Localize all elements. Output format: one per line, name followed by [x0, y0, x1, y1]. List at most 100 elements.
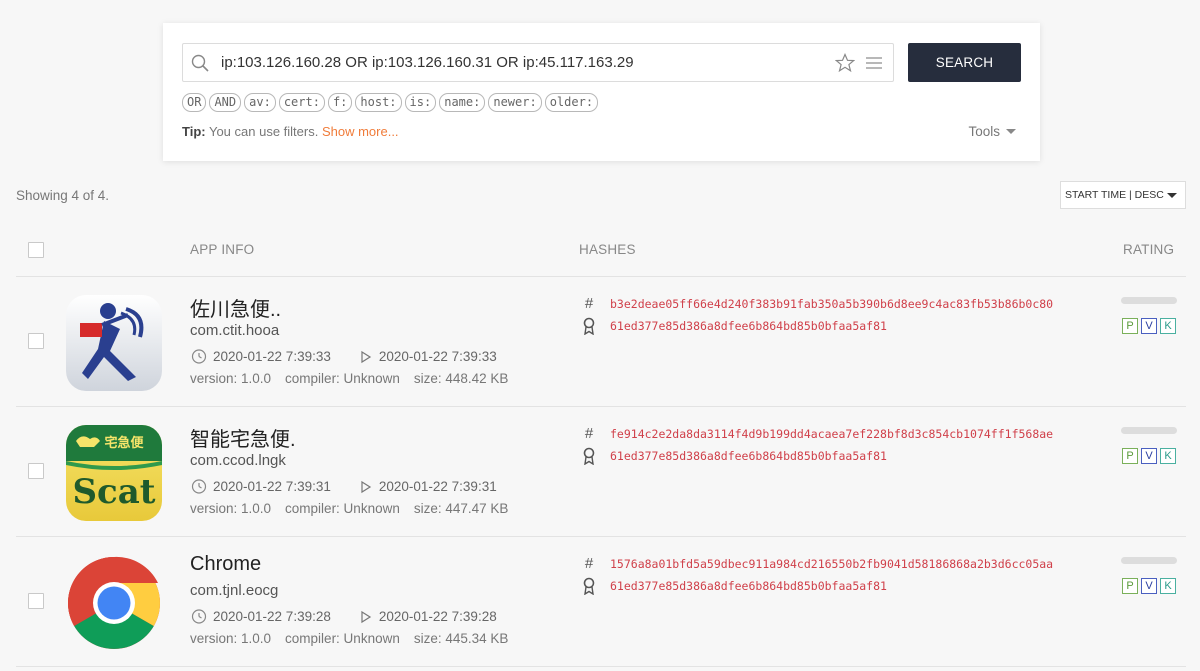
start-time: 2020-01-22 7:39:31 [378, 479, 497, 494]
show-more-link[interactable]: Show more... [322, 124, 399, 139]
rating-badges: P V K [1122, 318, 1176, 334]
hash-value[interactable]: b3e2deae05ff66e4d240f383b91fab350a5b390b… [610, 297, 1053, 311]
scat-icon[interactable]: 宅急便 Scat [66, 425, 162, 521]
app-meta: version: 1.0.0 compiler: Unknown size: 447… [190, 501, 522, 516]
cert-value[interactable]: 61ed377e85d386a8dfee6b864bd85b0bfaa5af81 [610, 319, 887, 333]
row-checkbox[interactable] [28, 463, 44, 479]
cert-hash[interactable]: 61ed377e85d386a8dfee6b864bd85b0bfaa5af81 [582, 317, 887, 335]
certificate-icon [583, 317, 595, 335]
size: size: 448.42 KB [413, 371, 509, 386]
star-icon[interactable] [835, 53, 855, 73]
history-icon [191, 479, 207, 494]
search-box[interactable] [182, 43, 894, 82]
tools-dropdown[interactable]: Tools [968, 124, 1016, 139]
compiler: compiler: Unknown [285, 371, 400, 386]
package-name: com.ctit.hooa [190, 322, 280, 339]
tip-message: You can use filters. [205, 124, 322, 139]
sagawa-icon[interactable] [66, 295, 162, 391]
sha256-hash[interactable]: #1576a8a01bfd5a59dbec911a984cd216550b2fb… [582, 555, 1053, 572]
app-name[interactable]: 佐川急便.. [190, 293, 281, 322]
start-time: 2020-01-22 7:39:33 [378, 349, 497, 364]
created-time: 2020-01-22 7:39:28 [213, 609, 331, 624]
sort-label: START TIME | DESC [1065, 189, 1164, 201]
hash-value[interactable]: 1576a8a01bfd5a59dbec911a984cd216550b2fb9… [610, 557, 1053, 571]
table-row[interactable]: 佐川急便.. com.ctit.hooa 2020-01-22 7:39:33 … [16, 277, 1186, 407]
badge-p[interactable]: P [1122, 578, 1138, 594]
hash-icon: # [584, 295, 594, 312]
badge-p[interactable]: P [1122, 318, 1138, 334]
filter-chip-is[interactable]: is: [404, 93, 437, 112]
scat-text: Scat [73, 472, 156, 512]
header-hashes: HASHES [579, 242, 636, 257]
row-checkbox[interactable] [28, 593, 44, 609]
timestamps: 2020-01-22 7:39:33 2020-01-22 7:39:33 [190, 348, 497, 365]
filter-chip-name[interactable]: name: [439, 93, 486, 112]
play-icon [361, 350, 371, 363]
sha256-hash[interactable]: # b3e2deae05ff66e4d240f383b91fab350a5b390… [582, 295, 1053, 312]
badge-v[interactable]: V [1141, 318, 1157, 334]
badge-k[interactable]: K [1160, 448, 1176, 464]
hash-icon: # [584, 425, 594, 442]
filter-chip-av[interactable]: av: [244, 93, 276, 112]
table-header: APP INFO HASHES RATING [16, 232, 1186, 277]
compiler: compiler: Unknown [285, 501, 400, 516]
table-row[interactable]: 宅急便 Scat 智能宅急便. com.ccod.lngk 2020-01-22… [16, 407, 1186, 537]
play-icon [361, 610, 371, 623]
rating-bar [1121, 427, 1177, 434]
menu-icon[interactable] [865, 55, 883, 71]
badge-v[interactable]: V [1141, 448, 1157, 464]
timestamps: 2020-01-22 7:39:31 2020-01-22 7:39:31 [190, 478, 497, 495]
filter-chip-cert[interactable]: cert: [278, 93, 325, 112]
version: version: 1.0.0 [190, 371, 272, 386]
created-time: 2020-01-22 7:39:33 [213, 349, 331, 364]
timestamps: 2020-01-22 7:39:28 2020-01-22 7:39:28 [190, 608, 497, 625]
rating-badges: P V K [1122, 578, 1176, 594]
version: version: 1.0.0 [190, 501, 272, 516]
app-name[interactable]: Chrome [190, 553, 261, 576]
cert-hash[interactable]: 61ed377e85d386a8dfee6b864bd85b0bfaa5af81 [582, 447, 887, 465]
history-icon [191, 349, 207, 364]
hash-value[interactable]: fe914c2e2da8da3114f4d9b199dd4acaea7ef228… [610, 427, 1053, 441]
badge-v[interactable]: V [1141, 578, 1157, 594]
certificate-icon [583, 447, 595, 465]
sha256-hash[interactable]: # fe914c2e2da8da3114f4d9b199dd4acaea7ef22… [582, 425, 1053, 442]
created-time: 2020-01-22 7:39:31 [213, 479, 331, 494]
version: version: 1.0.0 [190, 631, 272, 646]
badge-k[interactable]: K [1160, 578, 1176, 594]
badge-p[interactable]: P [1122, 448, 1138, 464]
filter-chip-f[interactable]: f: [327, 93, 353, 112]
rating-bar [1121, 557, 1177, 564]
sort-dropdown[interactable]: START TIME | DESC [1060, 181, 1186, 209]
rating-bar [1121, 297, 1177, 304]
filter-chip-or[interactable]: OR [182, 93, 207, 112]
size: size: 445.34 KB [413, 631, 509, 646]
app-meta: version: 1.0.0 compiler: Unknown size: 445… [190, 631, 522, 646]
filter-chips: OR AND av: cert: f: host: is: name: newe… [182, 93, 599, 112]
filter-chip-host[interactable]: host: [355, 93, 402, 112]
search-input[interactable] [221, 44, 821, 81]
filter-chip-older[interactable]: older: [544, 93, 599, 112]
cert-value[interactable]: 61ed377e85d386a8dfee6b864bd85b0bfaa5af81 [610, 579, 887, 593]
cert-value[interactable]: 61ed377e85d386a8dfee6b864bd85b0bfaa5af81 [610, 449, 887, 463]
badge-k[interactable]: K [1160, 318, 1176, 334]
tip-text: Tip: You can use filters. Show more... [182, 124, 399, 139]
header-app-info: APP INFO [190, 242, 255, 257]
rating-badges: P V K [1122, 448, 1176, 464]
cert-hash[interactable]: 61ed377e85d386a8dfee6b864bd85b0bfaa5af81 [582, 577, 887, 595]
app-name[interactable]: 智能宅急便. [190, 423, 296, 452]
hash-icon: # [584, 555, 594, 572]
compiler: compiler: Unknown [285, 631, 400, 646]
tools-label: Tools [968, 124, 1000, 139]
search-icon [191, 54, 209, 72]
table-row[interactable]: Chrome com.tjnl.eocg 2020-01-22 7:39:28 … [16, 537, 1186, 667]
filter-chip-newer[interactable]: newer: [488, 93, 542, 112]
results-count: Showing 4 of 4. [16, 188, 110, 203]
chevron-down-icon [1006, 129, 1016, 134]
chrome-icon[interactable] [66, 555, 162, 651]
search-button[interactable]: SEARCH [908, 43, 1021, 82]
filter-chip-and[interactable]: AND [209, 93, 242, 112]
select-all-checkbox[interactable] [28, 242, 44, 258]
row-checkbox[interactable] [28, 333, 44, 349]
start-time: 2020-01-22 7:39:28 [378, 609, 497, 624]
package-name: com.ccod.lngk [190, 452, 286, 469]
